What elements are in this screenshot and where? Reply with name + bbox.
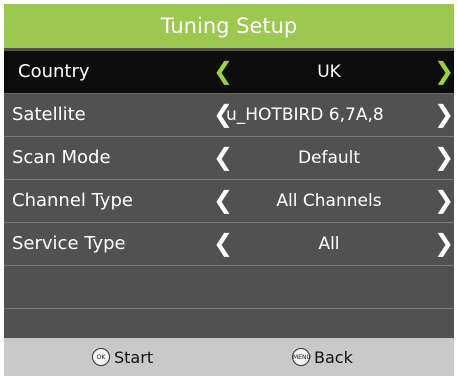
right-arrow-icon[interactable]: ❯: [434, 51, 454, 91]
setting-row-scan-mode[interactable]: Scan Mode ❮ Default ❯: [4, 137, 454, 180]
footer-hint-bar: OK Start MENU Back: [4, 338, 454, 376]
setting-label-satellite: Satellite: [12, 104, 86, 125]
right-arrow-icon[interactable]: ❯: [434, 94, 454, 134]
setting-label-channel-type: Channel Type: [12, 190, 133, 211]
setting-label-country: Country: [18, 61, 90, 82]
setting-value-service-type: All: [318, 234, 340, 254]
setting-value-channel-type: All Channels: [276, 191, 382, 211]
empty-row: [4, 266, 454, 309]
setting-label-scan-mode: Scan Mode: [12, 147, 111, 168]
setting-value-country: UK: [317, 62, 341, 82]
right-arrow-icon[interactable]: ❯: [434, 180, 454, 220]
start-label: Start: [114, 347, 154, 367]
setting-value-satellite: u_HOTBIRD 6,7A,8: [226, 105, 384, 125]
back-label: Back: [314, 347, 353, 367]
right-arrow-icon[interactable]: ❯: [434, 137, 454, 177]
right-arrow-icon[interactable]: ❯: [434, 223, 454, 263]
menu-key-icon: MENU: [292, 348, 311, 366]
setting-row-country[interactable]: Country ❮ UK ❯: [4, 51, 454, 94]
settings-list: Country ❮ UK ❯ Satellite ❮ u_HOTBIRD 6,7…: [4, 51, 454, 348]
setting-row-channel-type[interactable]: Channel Type ❮ All Channels ❯: [4, 180, 454, 223]
ok-key-icon: OK: [92, 348, 110, 366]
back-button[interactable]: MENU Back: [292, 338, 353, 376]
tuning-setup-panel: Tuning Setup Country ❮ UK ❯ Satellite ❮ …: [4, 4, 454, 376]
setting-row-service-type[interactable]: Service Type ❮ All ❯: [4, 223, 454, 266]
start-button[interactable]: OK Start: [92, 338, 153, 376]
page-title: Tuning Setup: [4, 4, 454, 48]
setting-value-scan-mode: Default: [297, 148, 361, 168]
setting-row-satellite[interactable]: Satellite ❮ u_HOTBIRD 6,7A,8 ❯: [4, 94, 454, 137]
setting-label-service-type: Service Type: [12, 233, 126, 254]
